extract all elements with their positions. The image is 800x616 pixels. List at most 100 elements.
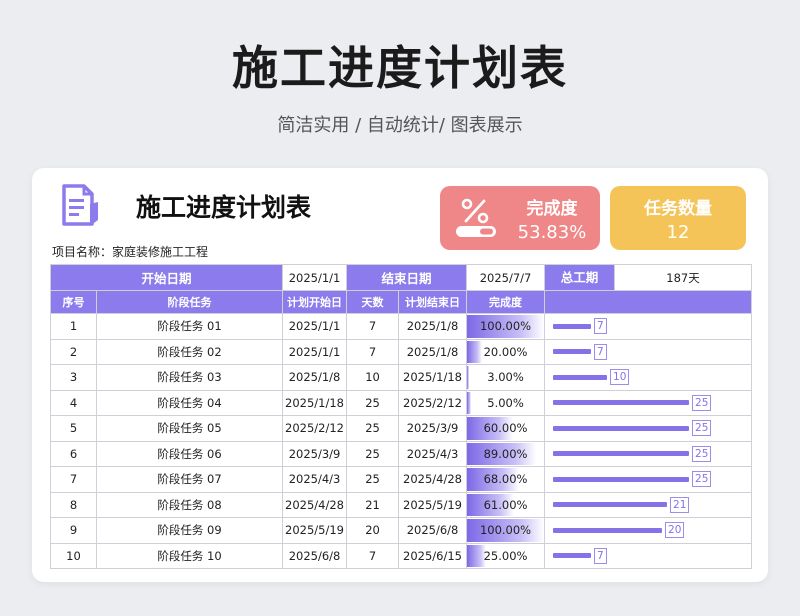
table-row: 8 阶段任务 08 2025/4/28 21 2025/5/19 61.00% 21 bbox=[50, 491, 753, 518]
row-number[interactable]: 5 bbox=[50, 415, 97, 442]
column-header bbox=[544, 290, 753, 314]
start-date[interactable]: 2025/2/12 bbox=[282, 415, 348, 442]
task-count-stat: 任务数量 12 bbox=[610, 186, 746, 250]
row-number[interactable]: 1 bbox=[50, 313, 97, 340]
page-title: 施工进度计划表 bbox=[232, 41, 568, 95]
completion-cell[interactable]: 20.00% bbox=[466, 338, 546, 365]
start-date[interactable]: 2025/4/28 bbox=[282, 491, 348, 518]
end-date[interactable]: 2025/4/28 bbox=[398, 466, 468, 493]
completion-cell[interactable]: 100.00% bbox=[466, 313, 546, 340]
end-date[interactable]: 2025/2/12 bbox=[398, 389, 468, 416]
column-header: 计划开始日 bbox=[282, 290, 348, 314]
start-date[interactable]: 2025/1/8 bbox=[282, 364, 348, 391]
completion-cell[interactable]: 89.00% bbox=[466, 440, 546, 467]
row-number[interactable]: 9 bbox=[50, 517, 97, 544]
task-name[interactable]: 阶段任务 01 bbox=[95, 313, 284, 340]
gantt-duration-label: 21 bbox=[670, 496, 690, 513]
task-name[interactable]: 阶段任务 09 bbox=[95, 517, 284, 544]
table-row: 10 阶段任务 10 2025/6/8 7 2025/6/15 25.00% 7 bbox=[50, 542, 753, 569]
task-name[interactable]: 阶段任务 10 bbox=[95, 542, 284, 569]
start-date[interactable]: 2025/1/1 bbox=[282, 313, 348, 340]
page-subtitle: 简洁实用 / 自动统计/ 图表展示 bbox=[277, 115, 523, 136]
gantt-cell: 25 bbox=[544, 415, 753, 442]
completion-cell[interactable]: 25.00% bbox=[466, 542, 546, 569]
start-date[interactable]: 2025/6/8 bbox=[282, 542, 348, 569]
task-name[interactable]: 阶段任务 06 bbox=[95, 440, 284, 467]
duration-days[interactable]: 10 bbox=[346, 364, 400, 391]
gantt-duration-label: 7 bbox=[594, 318, 607, 335]
gantt-cell: 25 bbox=[544, 389, 753, 416]
percent-icon bbox=[456, 198, 496, 237]
completion-cell[interactable]: 100.00% bbox=[466, 517, 546, 544]
end-date[interactable]: 2025/1/8 bbox=[398, 338, 468, 365]
duration-days[interactable]: 25 bbox=[346, 440, 400, 467]
gantt-cell: 21 bbox=[544, 491, 753, 518]
completion-cell[interactable]: 61.00% bbox=[466, 491, 546, 518]
gantt-cell: 7 bbox=[544, 313, 753, 340]
duration-days[interactable]: 7 bbox=[346, 338, 400, 365]
start-date-value[interactable]: 2025/1/1 bbox=[282, 264, 348, 291]
duration-days[interactable]: 25 bbox=[346, 415, 400, 442]
gantt-bar bbox=[553, 476, 690, 482]
column-header: 完成度 bbox=[466, 290, 546, 314]
gantt-cell: 25 bbox=[544, 466, 753, 493]
row-number[interactable]: 4 bbox=[50, 389, 97, 416]
gantt-bar bbox=[553, 553, 592, 559]
start-date[interactable]: 2025/4/3 bbox=[282, 466, 348, 493]
gantt-bar bbox=[553, 527, 663, 533]
table-row: 3 阶段任务 03 2025/1/8 10 2025/1/18 3.00% 10 bbox=[50, 364, 753, 391]
start-date[interactable]: 2025/1/18 bbox=[282, 389, 348, 416]
table-row: 7 阶段任务 07 2025/4/3 25 2025/4/28 68.00% 25 bbox=[50, 466, 753, 493]
schedule-card: 施工进度计划表 项目名称：家庭装修施工工程 完成度 53.83% 任务数量 12… bbox=[32, 168, 768, 582]
row-number[interactable]: 6 bbox=[50, 440, 97, 467]
duration-days[interactable]: 20 bbox=[346, 517, 400, 544]
start-date[interactable]: 2025/3/9 bbox=[282, 440, 348, 467]
completion-bar bbox=[467, 391, 471, 414]
row-number[interactable]: 3 bbox=[50, 364, 97, 391]
table-row: 6 阶段任务 06 2025/3/9 25 2025/4/3 89.00% 25 bbox=[50, 440, 753, 467]
task-name[interactable]: 阶段任务 07 bbox=[95, 466, 284, 493]
gantt-duration-label: 25 bbox=[692, 471, 712, 488]
start-date[interactable]: 2025/1/1 bbox=[282, 338, 348, 365]
completion-text: 25.00% bbox=[483, 548, 528, 563]
end-date[interactable]: 2025/1/8 bbox=[398, 313, 468, 340]
task-name[interactable]: 阶段任务 03 bbox=[95, 364, 284, 391]
row-number[interactable]: 7 bbox=[50, 466, 97, 493]
task-name[interactable]: 阶段任务 04 bbox=[95, 389, 284, 416]
column-header: 阶段任务 bbox=[95, 290, 284, 314]
completion-bar bbox=[467, 340, 483, 363]
start-date[interactable]: 2025/5/19 bbox=[282, 517, 348, 544]
end-date[interactable]: 2025/6/8 bbox=[398, 517, 468, 544]
duration-days[interactable]: 25 bbox=[346, 466, 400, 493]
row-number[interactable]: 8 bbox=[50, 491, 97, 518]
gantt-duration-label: 25 bbox=[692, 394, 712, 411]
task-name[interactable]: 阶段任务 08 bbox=[95, 491, 284, 518]
row-number[interactable]: 2 bbox=[50, 338, 97, 365]
gantt-bar bbox=[553, 451, 690, 457]
end-date-value[interactable]: 2025/7/7 bbox=[466, 264, 546, 291]
gantt-duration-label: 25 bbox=[692, 420, 712, 437]
duration-days[interactable]: 21 bbox=[346, 491, 400, 518]
start-date-label: 开始日期 bbox=[49, 264, 284, 291]
duration-days[interactable]: 7 bbox=[346, 542, 400, 569]
end-date[interactable]: 2025/3/9 bbox=[398, 415, 468, 442]
duration-days[interactable]: 7 bbox=[346, 313, 400, 340]
completion-text: 100.00% bbox=[479, 523, 532, 538]
row-number[interactable]: 10 bbox=[50, 542, 97, 569]
task-name[interactable]: 阶段任务 02 bbox=[95, 338, 284, 365]
completion-cell[interactable]: 60.00% bbox=[466, 415, 546, 442]
gantt-bar bbox=[553, 349, 592, 355]
total-duration-value[interactable]: 187天 bbox=[615, 266, 751, 290]
project-name: 项目名称：家庭装修施工工程 bbox=[52, 245, 209, 259]
end-date[interactable]: 2025/5/19 bbox=[398, 491, 468, 518]
duration-days[interactable]: 25 bbox=[346, 389, 400, 416]
completion-cell[interactable]: 3.00% bbox=[466, 364, 546, 391]
completion-cell[interactable]: 5.00% bbox=[466, 389, 546, 416]
completion-text: 89.00% bbox=[483, 446, 528, 461]
end-date[interactable]: 2025/4/3 bbox=[398, 440, 468, 467]
table-row: 9 阶段任务 09 2025/5/19 20 2025/6/8 100.00% 20 bbox=[50, 517, 753, 544]
end-date[interactable]: 2025/6/15 bbox=[398, 542, 468, 569]
task-name[interactable]: 阶段任务 05 bbox=[95, 415, 284, 442]
completion-cell[interactable]: 68.00% bbox=[466, 466, 546, 493]
end-date[interactable]: 2025/1/18 bbox=[398, 364, 468, 391]
